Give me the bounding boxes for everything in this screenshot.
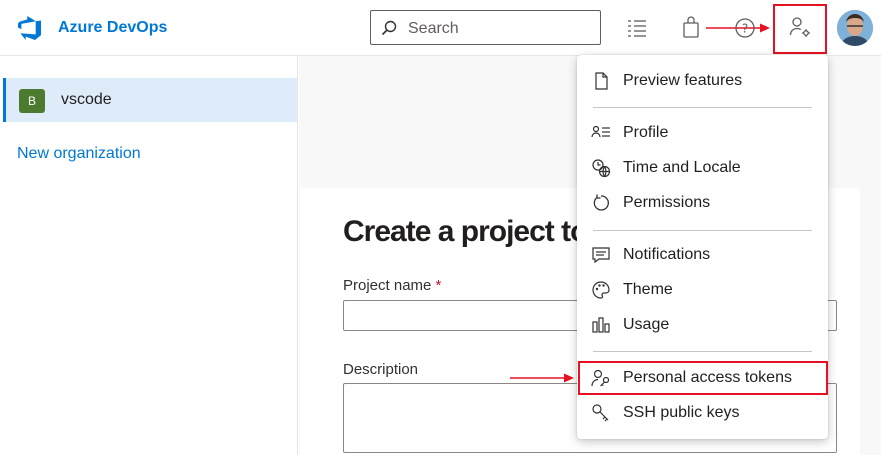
search-box[interactable]: Search	[370, 10, 601, 45]
page-title: Create a project to get started	[343, 215, 583, 248]
menu-item-theme[interactable]: Theme	[577, 273, 828, 308]
profile-icon	[591, 125, 610, 138]
shopping-bag-icon[interactable]	[680, 16, 702, 38]
org-badge: B	[19, 89, 45, 113]
menu-item-permissions[interactable]: Permissions	[577, 186, 828, 221]
menu-item-label: Usage	[623, 316, 670, 333]
brand-name[interactable]: Azure DevOps	[58, 19, 167, 37]
palette-icon	[592, 281, 610, 299]
project-name-label: Project name *	[343, 277, 442, 294]
permissions-icon	[593, 194, 609, 211]
menu-item-label: Permissions	[623, 194, 711, 211]
required-marker: *	[435, 277, 442, 294]
menu-item-preview-features[interactable]: Preview features	[577, 64, 828, 99]
task-list-icon[interactable]	[626, 17, 648, 39]
document-icon	[595, 72, 608, 90]
menu-item-profile[interactable]: Profile	[577, 116, 828, 151]
menu-item-label: Notifications	[623, 246, 711, 263]
new-organization-link[interactable]: New organization	[17, 145, 141, 163]
menu-item-label: Preview features	[623, 72, 743, 89]
menu-item-notifications[interactable]: Notifications	[577, 238, 828, 273]
user-settings-icon[interactable]	[789, 16, 811, 38]
menu-item-ssh-public-keys[interactable]: SSH public keys	[577, 396, 828, 431]
menu-item-label: Profile	[623, 124, 669, 141]
menu-divider	[593, 107, 812, 108]
menu-item-time-and-locale[interactable]: Time and Locale	[577, 151, 828, 186]
org-name: vscode	[61, 91, 112, 108]
menu-item-usage[interactable]: Usage	[577, 308, 828, 343]
menu-divider	[593, 230, 812, 231]
menu-item-label: Theme	[623, 281, 673, 298]
usage-icon	[592, 317, 610, 333]
menu-divider	[593, 351, 812, 352]
description-label: Description	[343, 361, 419, 378]
sidebar: B vscode New organization	[0, 56, 298, 455]
menu-item-label: Time and Locale	[623, 159, 741, 176]
avatar[interactable]	[837, 10, 873, 46]
menu-item-label: SSH public keys	[623, 404, 740, 421]
search-icon	[381, 20, 397, 36]
annotation-arrow-menu	[510, 373, 574, 383]
svg-text:?: ?	[742, 22, 748, 36]
avatar-image	[837, 10, 873, 46]
notifications-icon	[592, 247, 610, 264]
top-bar: Azure DevOps Search ?	[0, 0, 881, 56]
globe-clock-icon	[592, 159, 611, 178]
search-placeholder: Search	[408, 20, 459, 37]
sidebar-org-vscode[interactable]: B vscode	[3, 78, 297, 122]
azure-devops-logo-icon[interactable]	[18, 16, 42, 40]
help-icon[interactable]: ?	[734, 17, 756, 39]
ssh-key-icon	[592, 404, 609, 422]
personal-access-tokens-highlight	[578, 361, 828, 395]
